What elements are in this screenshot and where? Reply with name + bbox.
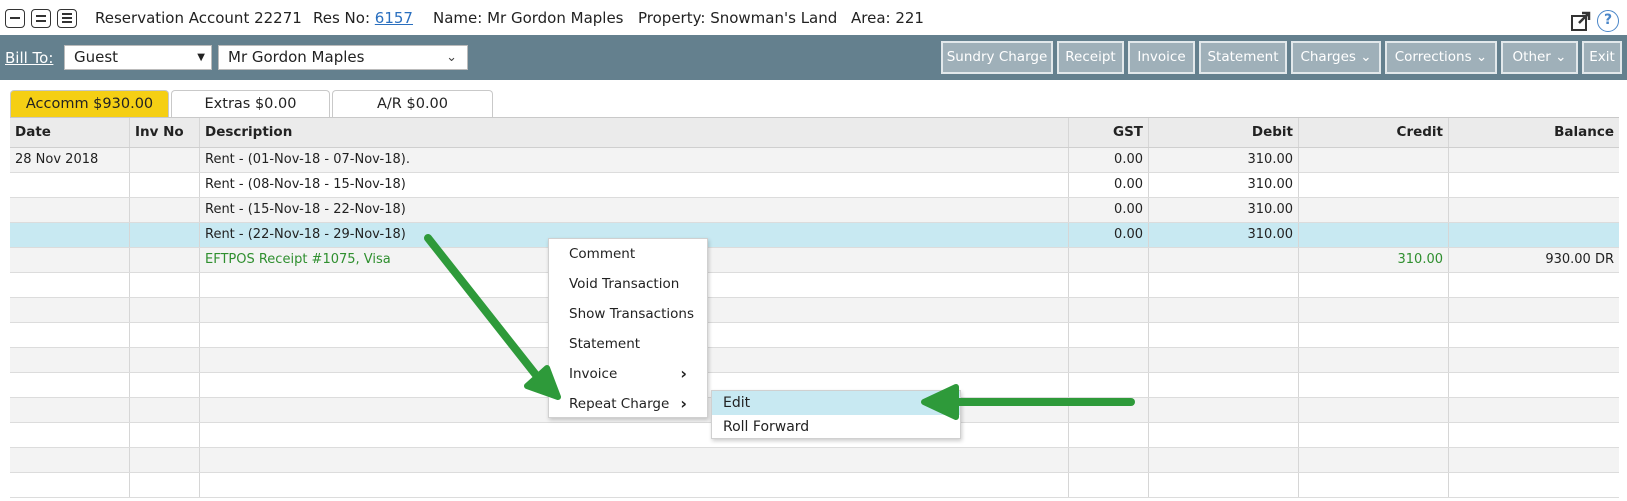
col-gst[interactable]: GST [1069, 118, 1149, 147]
submenu-item-roll-forward[interactable]: Roll Forward [712, 415, 960, 439]
table-row-selected[interactable]: Rent - (22-Nov-18 - 29-Nov-18) 0.00 310.… [10, 223, 1619, 248]
cell-credit [1299, 148, 1449, 172]
menu-item-label: Invoice [569, 366, 618, 382]
cell-balance: 930.00 DR [1545, 252, 1614, 267]
cell-balance [1449, 173, 1619, 197]
context-menu: Comment Void Transaction Show Transactio… [548, 238, 708, 418]
col-balance[interactable]: Balance [1449, 118, 1619, 147]
cell-description: Rent - (15-Nov-18 - 22-Nov-18) [200, 198, 1069, 222]
view-normal-icon[interactable] [31, 9, 51, 28]
submenu-item-edit[interactable]: Edit [712, 391, 960, 415]
cell-debit: 310.00 [1149, 198, 1299, 222]
menu-item-show-transactions[interactable]: Show Transactions [549, 299, 707, 329]
menu-item-void-transaction[interactable]: Void Transaction [549, 269, 707, 299]
cell-inv-no [130, 248, 200, 272]
cell-inv-no [130, 173, 200, 197]
cell-debit [1149, 248, 1299, 272]
cell-inv-no [130, 223, 200, 247]
cell-debit: 310.00 [1149, 223, 1299, 247]
cell-credit [1299, 223, 1449, 247]
bill-type-value: Guest [74, 48, 119, 66]
receipt-button[interactable]: Receipt [1057, 41, 1124, 74]
cell-gst: 0.00 [1069, 148, 1149, 172]
cell-gst: 0.00 [1069, 223, 1149, 247]
cell-credit [1299, 173, 1449, 197]
chevron-right-icon: › [680, 364, 687, 383]
empty-row [10, 273, 1619, 298]
cell-inv-no [130, 198, 200, 222]
tab-accomm[interactable]: Accomm $930.00 [10, 90, 169, 118]
bill-to-label[interactable]: Bill To: [5, 49, 53, 67]
res-no-link[interactable]: 6157 [375, 9, 413, 27]
cell-gst [1069, 248, 1149, 272]
col-description[interactable]: Description [200, 118, 1069, 147]
cell-date [10, 248, 130, 272]
cell-date [10, 173, 130, 197]
table-header: Date Inv No Description GST Debit Credit… [10, 118, 1619, 148]
transactions-table: Date Inv No Description GST Debit Credit… [10, 117, 1619, 501]
dropdown-arrow-icon: ▼ [197, 52, 205, 63]
chevron-down-icon: ⌄ [446, 50, 457, 65]
chevron-right-icon: › [680, 394, 687, 413]
table-row[interactable]: EFTPOS Receipt #1075, Visa 310.00 930.00… [10, 248, 1619, 273]
other-button[interactable]: Other ⌄ [1501, 41, 1578, 74]
top-bar: Reservation Account 22271 Res No: 6157 N… [0, 0, 1627, 35]
tab-ar[interactable]: A/R $0.00 [332, 90, 493, 118]
empty-row [10, 298, 1619, 323]
cell-balance [1449, 223, 1619, 247]
col-date[interactable]: Date [10, 118, 130, 147]
bill-name-value: Mr Gordon Maples [228, 48, 365, 66]
cell-inv-no [130, 148, 200, 172]
bill-type-select[interactable]: Guest ▼ [64, 45, 212, 70]
res-no: Res No: 6157 [313, 9, 413, 27]
menu-item-statement[interactable]: Statement [549, 329, 707, 359]
property-name: Property: Snowman's Land [638, 9, 838, 27]
sundry-charge-button[interactable]: Sundry Charge [941, 41, 1053, 74]
invoice-button[interactable]: Invoice [1128, 41, 1195, 74]
bill-name-select[interactable]: Mr Gordon Maples ⌄ [218, 45, 468, 70]
account-title: Reservation Account 22271 [95, 9, 302, 27]
cell-date [10, 198, 130, 222]
cell-description: Rent - (08-Nov-18 - 15-Nov-18) [200, 173, 1069, 197]
charges-button[interactable]: Charges ⌄ [1291, 41, 1381, 74]
empty-row [10, 323, 1619, 348]
guest-name: Name: Mr Gordon Maples [433, 9, 624, 27]
menu-item-repeat-charge[interactable]: Repeat Charge › [549, 389, 707, 419]
col-inv-no[interactable]: Inv No [130, 118, 200, 147]
cell-date [10, 223, 130, 247]
col-credit[interactable]: Credit [1299, 118, 1449, 147]
cell-description: Rent - (01-Nov-18 - 07-Nov-18). [200, 148, 1069, 172]
table-row[interactable]: Rent - (08-Nov-18 - 15-Nov-18) 0.00 310.… [10, 173, 1619, 198]
table-row[interactable]: Rent - (15-Nov-18 - 22-Nov-18) 0.00 310.… [10, 198, 1619, 223]
cell-gst: 0.00 [1069, 173, 1149, 197]
cell-gst: 0.00 [1069, 198, 1149, 222]
cell-balance [1449, 148, 1619, 172]
empty-row [10, 348, 1619, 373]
tab-extras[interactable]: Extras $0.00 [171, 90, 330, 118]
menu-item-label: Repeat Charge [569, 396, 670, 412]
help-icon[interactable]: ? [1597, 10, 1619, 32]
table-row[interactable]: 28 Nov 2018 Rent - (01-Nov-18 - 07-Nov-1… [10, 148, 1619, 173]
area-label: Area: 221 [851, 9, 924, 27]
repeat-charge-submenu: Edit Roll Forward [711, 390, 961, 439]
view-compact-icon[interactable] [5, 9, 25, 28]
exit-button[interactable]: Exit [1582, 41, 1622, 74]
cell-balance [1449, 198, 1619, 222]
view-expanded-icon[interactable] [57, 9, 77, 28]
col-debit[interactable]: Debit [1149, 118, 1299, 147]
cell-date: 28 Nov 2018 [10, 148, 130, 172]
menu-item-comment[interactable]: Comment [549, 239, 707, 269]
cell-debit: 310.00 [1149, 148, 1299, 172]
menu-item-invoice[interactable]: Invoice › [549, 359, 707, 389]
cell-credit [1299, 198, 1449, 222]
res-no-label: Res No: [313, 9, 371, 27]
popout-icon[interactable] [1571, 11, 1591, 31]
cell-debit: 310.00 [1149, 173, 1299, 197]
empty-row [10, 473, 1619, 498]
statement-button[interactable]: Statement [1199, 41, 1287, 74]
corrections-button[interactable]: Corrections ⌄ [1385, 41, 1497, 74]
empty-row [10, 448, 1619, 473]
bill-bar: Bill To: Guest ▼ Mr Gordon Maples ⌄ Sund… [0, 35, 1627, 80]
cell-credit: 310.00 [1299, 248, 1449, 272]
